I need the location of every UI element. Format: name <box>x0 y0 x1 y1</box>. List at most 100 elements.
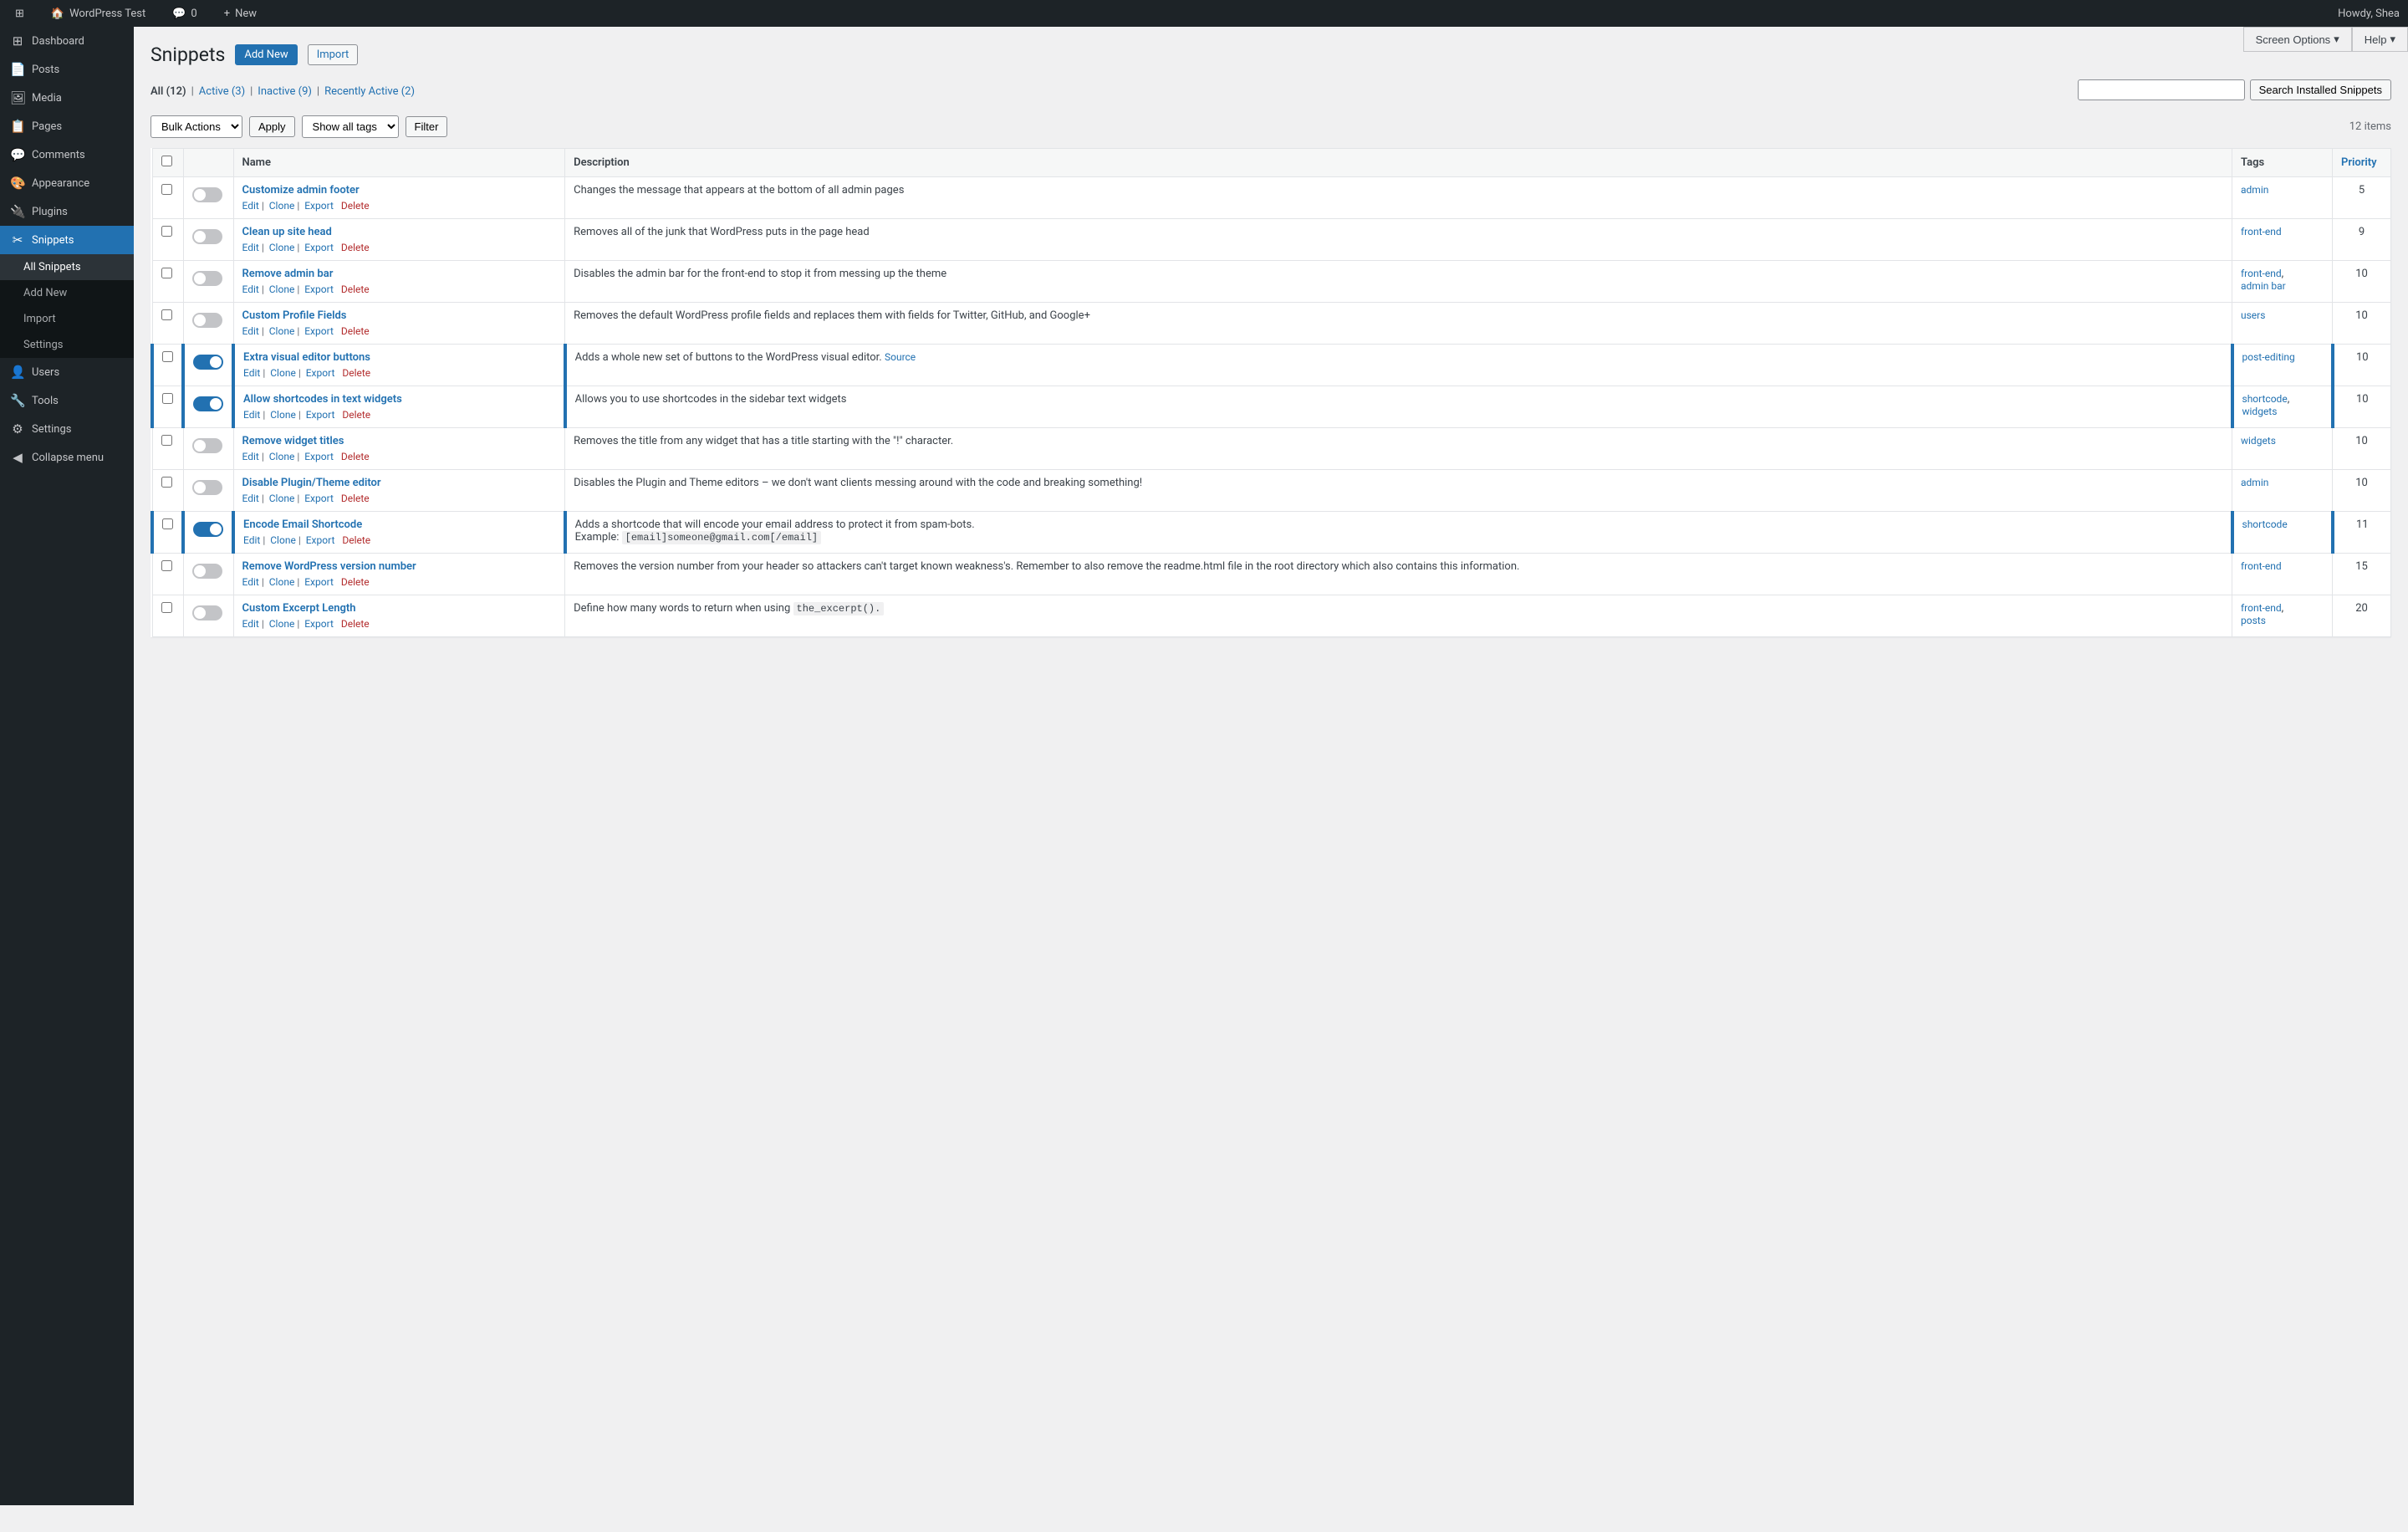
clone-link[interactable]: Clone <box>269 325 295 337</box>
tag-link[interactable]: admin <box>2241 184 2268 196</box>
sidebar-item-appearance[interactable]: 🎨 Appearance <box>0 169 134 197</box>
snippet-toggle[interactable] <box>193 396 223 411</box>
clone-link[interactable]: Clone <box>269 493 295 504</box>
snippet-toggle[interactable] <box>192 187 222 202</box>
tag-link[interactable]: admin bar <box>2241 280 2286 292</box>
delete-link[interactable]: Delete <box>341 242 370 253</box>
snippet-name[interactable]: Custom Profile Fields <box>242 309 347 322</box>
snippet-name[interactable]: Encode Email Shortcode <box>243 518 362 531</box>
snippet-toggle[interactable] <box>193 522 223 537</box>
snippet-toggle[interactable] <box>192 605 222 620</box>
import-button[interactable]: Import <box>308 44 359 65</box>
snippet-name[interactable]: Customize admin footer <box>242 184 360 197</box>
admin-bar-site[interactable]: 🏠 WordPress Test <box>44 0 152 27</box>
clone-link[interactable]: Clone <box>270 367 296 379</box>
export-link[interactable]: Export <box>304 618 334 630</box>
search-button[interactable]: Search Installed Snippets <box>2250 79 2391 100</box>
export-link[interactable]: Export <box>304 576 334 588</box>
edit-link[interactable]: Edit <box>243 534 260 546</box>
snippet-name[interactable]: Disable Plugin/Theme editor <box>242 477 381 489</box>
apply-button[interactable]: Apply <box>249 116 295 137</box>
snippet-toggle[interactable] <box>192 271 222 286</box>
clone-link[interactable]: Clone <box>269 618 295 630</box>
filter-button[interactable]: Filter <box>406 116 448 137</box>
export-link[interactable]: Export <box>306 409 335 421</box>
filter-inactive[interactable]: Inactive (9) <box>258 85 312 98</box>
edit-link[interactable]: Edit <box>243 367 260 379</box>
row-checkbox[interactable] <box>161 268 172 278</box>
admin-bar-comments[interactable]: 💬 0 <box>166 0 204 27</box>
row-checkbox[interactable] <box>162 518 173 529</box>
admin-bar-new[interactable]: + New <box>217 0 263 27</box>
sidebar-item-pages[interactable]: 📋 Pages <box>0 112 134 140</box>
export-link[interactable]: Export <box>304 242 334 253</box>
export-link[interactable]: Export <box>304 200 334 212</box>
export-link[interactable]: Export <box>304 325 334 337</box>
sidebar-item-all-snippets[interactable]: All Snippets <box>0 254 134 280</box>
row-checkbox[interactable] <box>161 602 172 613</box>
delete-link[interactable]: Delete <box>341 283 370 295</box>
row-checkbox[interactable] <box>161 309 172 320</box>
export-link[interactable]: Export <box>304 493 334 504</box>
tag-link[interactable]: shortcode <box>2242 518 2288 530</box>
row-checkbox[interactable] <box>161 477 172 488</box>
sidebar-item-users[interactable]: 👤 Users <box>0 358 134 386</box>
sidebar-item-tools[interactable]: 🔧 Tools <box>0 386 134 415</box>
add-new-button[interactable]: Add New <box>235 44 297 65</box>
edit-link[interactable]: Edit <box>242 242 259 253</box>
sidebar-item-settings[interactable]: Settings <box>0 332 134 358</box>
tag-link[interactable]: posts <box>2241 615 2266 626</box>
export-link[interactable]: Export <box>306 534 335 546</box>
export-link[interactable]: Export <box>306 367 335 379</box>
delete-link[interactable]: Delete <box>341 618 370 630</box>
delete-link[interactable]: Delete <box>341 200 370 212</box>
snippet-toggle[interactable] <box>192 438 222 453</box>
delete-link[interactable]: Delete <box>342 367 370 379</box>
tag-link[interactable]: shortcode <box>2242 393 2288 405</box>
edit-link[interactable]: Edit <box>242 200 259 212</box>
sidebar-item-plugins[interactable]: 🔌 Plugins <box>0 197 134 226</box>
edit-link[interactable]: Edit <box>242 493 259 504</box>
sidebar-item-settings-main[interactable]: ⚙ Settings <box>0 415 134 443</box>
snippet-name[interactable]: Allow shortcodes in text widgets <box>243 393 402 406</box>
snippet-toggle[interactable] <box>192 313 222 328</box>
snippet-name[interactable]: Custom Excerpt Length <box>242 602 356 615</box>
delete-link[interactable]: Delete <box>341 451 370 462</box>
snippet-toggle[interactable] <box>192 480 222 495</box>
snippet-toggle[interactable] <box>192 564 222 579</box>
source-link[interactable]: Source <box>885 351 916 363</box>
filter-recently-active[interactable]: Recently Active (2) <box>324 85 415 98</box>
tag-link[interactable]: post-editing <box>2242 351 2295 363</box>
snippet-name[interactable]: Remove widget titles <box>242 435 344 447</box>
bulk-actions-select[interactable]: Bulk Actions <box>150 115 242 138</box>
edit-link[interactable]: Edit <box>242 283 259 295</box>
clone-link[interactable]: Clone <box>269 200 295 212</box>
row-checkbox[interactable] <box>161 184 172 195</box>
tag-link[interactable]: admin <box>2241 477 2268 488</box>
help-button[interactable]: Help ▾ <box>2352 27 2408 52</box>
tag-link[interactable]: widgets <box>2242 406 2278 417</box>
select-all-checkbox[interactable] <box>161 156 172 166</box>
show-all-tags-select[interactable]: Show all tags <box>302 115 399 138</box>
sidebar-item-snippets[interactable]: ✂ Snippets <box>0 226 134 254</box>
header-priority[interactable]: Priority <box>2333 149 2391 177</box>
export-link[interactable]: Export <box>304 451 334 462</box>
edit-link[interactable]: Edit <box>242 451 259 462</box>
tag-link[interactable]: front-end <box>2241 268 2282 279</box>
sidebar-item-media[interactable]: 🖼 Media <box>0 84 134 112</box>
filter-all[interactable]: All (12) <box>150 85 186 98</box>
clone-link[interactable]: Clone <box>269 576 295 588</box>
snippet-name[interactable]: Clean up site head <box>242 226 332 238</box>
edit-link[interactable]: Edit <box>242 576 259 588</box>
clone-link[interactable]: Clone <box>270 534 296 546</box>
row-checkbox[interactable] <box>162 393 173 404</box>
snippet-toggle[interactable] <box>192 229 222 244</box>
tag-link[interactable]: widgets <box>2241 435 2276 447</box>
tag-link[interactable]: front-end <box>2241 602 2282 614</box>
sidebar-item-collapse[interactable]: ◀ Collapse menu <box>0 443 134 472</box>
snippet-toggle[interactable] <box>193 355 223 370</box>
admin-bar-logo[interactable]: ⊞ <box>8 0 31 27</box>
row-checkbox[interactable] <box>161 560 172 571</box>
clone-link[interactable]: Clone <box>269 242 295 253</box>
filter-active[interactable]: Active (3) <box>199 85 245 98</box>
